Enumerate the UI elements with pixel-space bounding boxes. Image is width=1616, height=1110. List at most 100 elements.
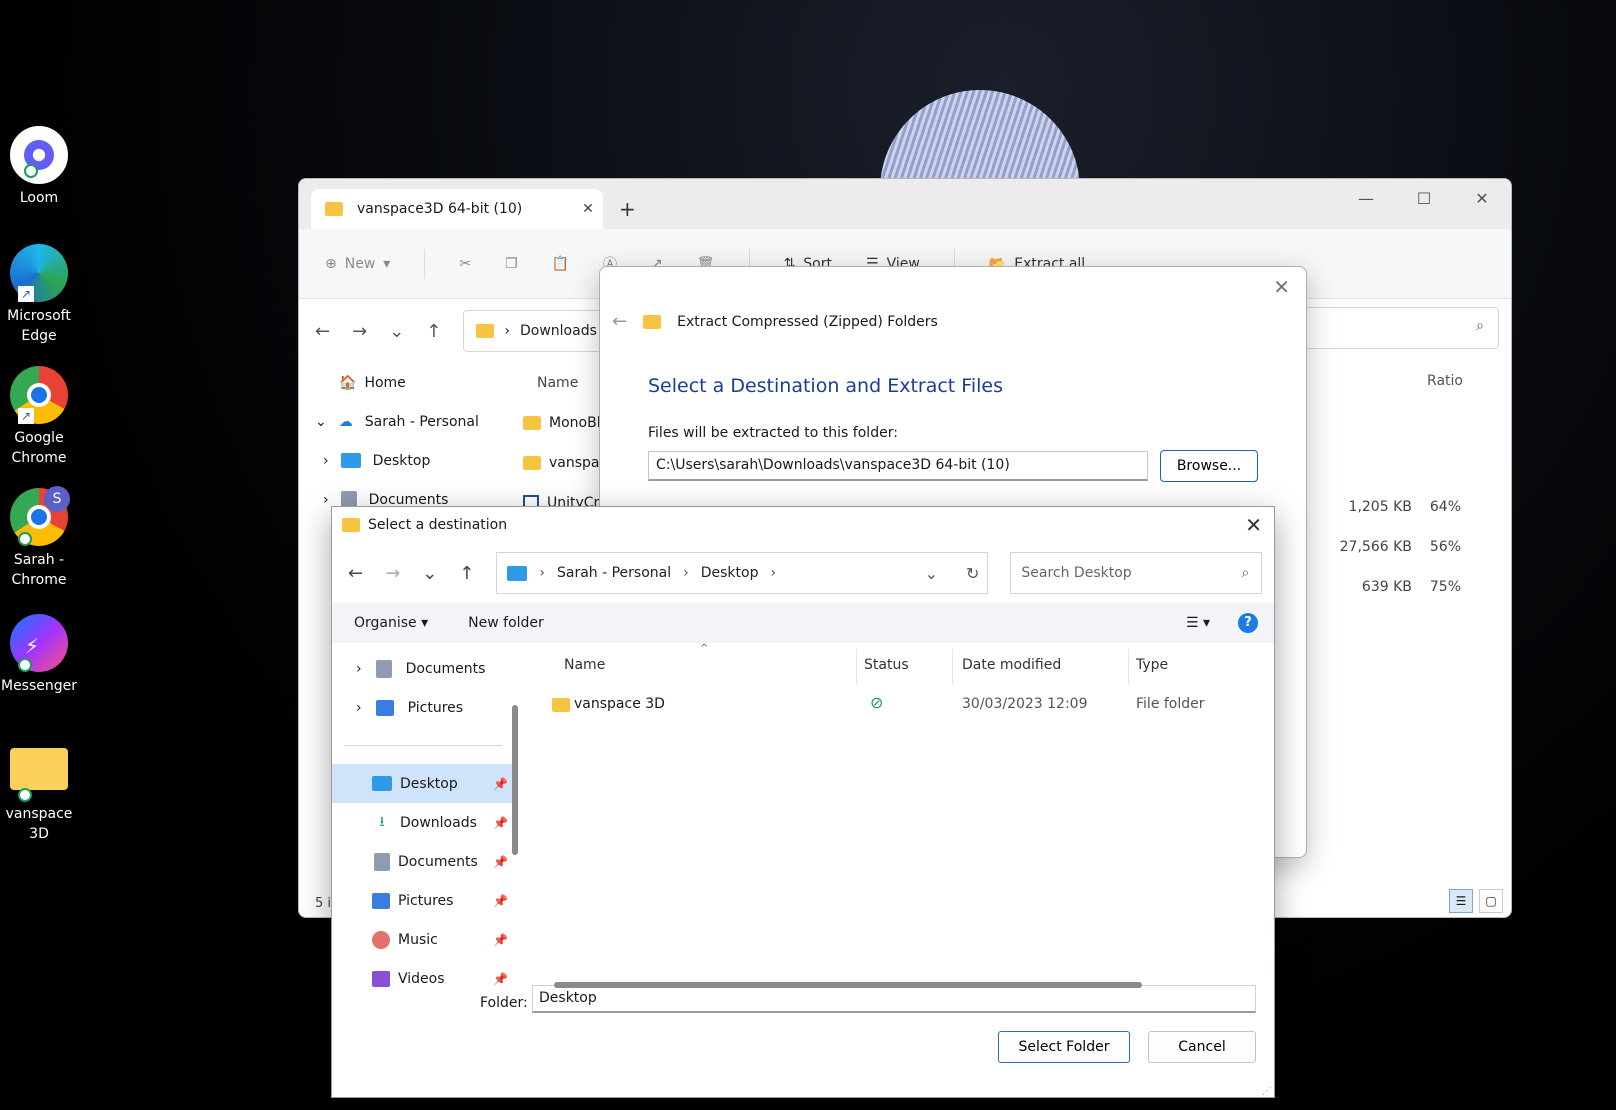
pin-icon[interactable]: 📌: [493, 855, 508, 869]
chevron-right-icon: ›: [323, 491, 329, 508]
pin-icon[interactable]: 📌: [493, 777, 508, 791]
select-folder-button[interactable]: Select Folder: [998, 1031, 1130, 1063]
recent-chevron-icon[interactable]: ⌄: [389, 321, 404, 342]
chevron-down-icon: ▾: [421, 615, 429, 631]
minimize-icon[interactable]: —: [1337, 179, 1395, 219]
desktop-icon: [372, 776, 392, 791]
breadcrumb-sarah-personal[interactable]: Sarah - Personal: [557, 565, 671, 581]
column-header-name[interactable]: Name: [564, 657, 605, 673]
desktop-icon-edge[interactable]: ↗ Microsoft Edge: [0, 244, 78, 346]
nav-item-desktop[interactable]: Desktop 📌: [332, 764, 512, 803]
nav-item-home[interactable]: 🏠 Home: [299, 363, 479, 402]
folder-icon: [523, 456, 541, 470]
refresh-icon[interactable]: ↻: [966, 564, 979, 583]
help-icon[interactable]: ?: [1238, 613, 1258, 633]
new-button[interactable]: ⊕ New ▾: [325, 256, 390, 272]
column-header-status[interactable]: Status: [864, 657, 909, 673]
folder-name: vanspace 3D: [574, 696, 665, 712]
close-icon[interactable]: ✕: [1453, 179, 1511, 219]
cancel-button[interactable]: Cancel: [1148, 1031, 1256, 1063]
cut-icon[interactable]: ✂: [459, 256, 471, 272]
nav-item-music[interactable]: Music 📌: [332, 920, 512, 959]
command-bar-right: ☰ ▾ ?: [1186, 613, 1258, 633]
forward-icon[interactable]: →: [385, 563, 400, 584]
table-row[interactable]: vanspace 3D ⊘ 30/03/2023 12:09 File fold…: [524, 685, 1274, 725]
videos-icon: [372, 970, 390, 987]
details-view-icon[interactable]: ☰: [1449, 889, 1473, 913]
browse-button[interactable]: Browse...: [1160, 450, 1258, 482]
file-ratio: 56%: [1429, 539, 1461, 555]
shortcut-arrow-icon: ↗: [18, 286, 34, 302]
file-size: 27,566 KB: [1339, 539, 1412, 555]
search-icon: ⌕: [1476, 318, 1484, 334]
nav-item-documents-quick[interactable]: Documents 📌: [332, 842, 512, 881]
dialog-title-bar: Select a destination ✕: [332, 507, 1274, 543]
nav-item-onedrive[interactable]: ⌄ ☁ Sarah - Personal: [299, 402, 479, 441]
resize-grip-icon[interactable]: ⋰: [1262, 1086, 1272, 1097]
breadcrumb-desktop[interactable]: Desktop: [701, 565, 759, 581]
recent-chevron-icon[interactable]: ⌄: [422, 563, 437, 584]
up-icon[interactable]: ↑: [426, 321, 441, 342]
new-folder-button[interactable]: New folder: [468, 615, 544, 631]
pin-icon[interactable]: 📌: [493, 933, 508, 947]
pin-icon[interactable]: 📌: [493, 816, 508, 830]
copy-icon[interactable]: ❐: [505, 256, 518, 272]
back-icon[interactable]: ←: [348, 563, 363, 584]
new-label: New: [344, 255, 376, 272]
pin-icon[interactable]: 📌: [493, 894, 508, 908]
wizard-title: Extract Compressed (Zipped) Folders: [677, 313, 938, 330]
destination-path-input[interactable]: C:\Users\sarah\Downloads\vanspace3D 64-b…: [648, 451, 1148, 481]
file-row-details: 1,205 KB 64%: [1349, 499, 1461, 515]
forward-icon[interactable]: →: [352, 321, 367, 342]
desktop-icon-vanspace-folder[interactable]: vanspace 3D: [0, 740, 78, 844]
column-header-date-modified[interactable]: Date modified: [962, 657, 1061, 673]
up-icon[interactable]: ↑: [459, 563, 474, 584]
column-header-type[interactable]: Type: [1136, 657, 1168, 673]
search-input[interactable]: Search Desktop ⌕: [1010, 552, 1263, 594]
column-divider[interactable]: [856, 649, 857, 685]
close-icon[interactable]: ✕: [1273, 275, 1290, 299]
tab-vanspace[interactable]: vanspace3D 64-bit (10) ✕: [311, 189, 603, 229]
status-bar-count: 5 i: [315, 896, 332, 911]
nav-scrollbar[interactable]: [512, 705, 518, 855]
nav-item-videos[interactable]: Videos 📌: [332, 959, 512, 993]
breadcrumb-downloads[interactable]: Downloads: [520, 323, 597, 339]
search-box[interactable]: ⌕: [1301, 307, 1499, 349]
close-icon[interactable]: ✕: [1245, 513, 1262, 537]
organise-button[interactable]: Organise ▾: [354, 615, 428, 631]
nav-item-documents[interactable]: › Documents: [332, 649, 512, 688]
back-icon[interactable]: ←: [315, 321, 330, 342]
desktop-icon-chrome[interactable]: ↗ Google Chrome: [0, 366, 78, 468]
desktop-icon-messenger[interactable]: ⚡ Messenger: [0, 614, 78, 696]
nav-item-pictures-quick[interactable]: Pictures 📌: [332, 881, 512, 920]
desktop-icon: [507, 565, 528, 581]
sort-ascending-icon: ^: [700, 643, 709, 654]
address-dropdown-icon[interactable]: ⌄: [925, 564, 938, 583]
tiles-view-icon[interactable]: ▢: [1479, 889, 1503, 913]
edge-icon: ↗: [10, 244, 68, 302]
address-bar[interactable]: › Sarah - Personal › Desktop › ⌄ ↻: [496, 552, 989, 594]
address-actions: ⌄ ↻: [925, 564, 980, 583]
nav-item-desktop[interactable]: › Desktop: [299, 441, 479, 480]
desktop-icon-sarah-chrome[interactable]: S Sarah - Chrome: [0, 486, 78, 590]
nav-item-pictures[interactable]: › Pictures: [332, 688, 512, 727]
view-options-button[interactable]: ☰ ▾: [1186, 615, 1210, 631]
profile-badge: S: [44, 486, 70, 512]
wizard-header: ← Extract Compressed (Zipped) Folders: [612, 311, 938, 332]
column-divider[interactable]: [952, 649, 953, 685]
nav-item-downloads[interactable]: ⭳ Downloads 📌: [332, 803, 512, 842]
column-header-ratio[interactable]: Ratio: [1427, 373, 1463, 389]
pin-icon[interactable]: 📌: [493, 972, 508, 986]
paste-icon[interactable]: 📋: [552, 256, 569, 272]
desktop-icon-loom[interactable]: Loom: [0, 126, 78, 208]
back-icon[interactable]: ←: [612, 311, 627, 332]
horizontal-scrollbar[interactable]: [554, 982, 1142, 988]
folder-input[interactable]: Desktop: [532, 985, 1256, 1013]
maximize-icon[interactable]: ☐: [1395, 179, 1453, 219]
nav-label: Home: [364, 374, 406, 391]
close-tab-icon[interactable]: ✕: [573, 201, 603, 217]
file-ratio: 64%: [1429, 499, 1461, 515]
new-tab-icon[interactable]: +: [619, 197, 636, 221]
breadcrumb-chevron-icon: ›: [539, 565, 545, 581]
column-divider[interactable]: [1128, 649, 1129, 685]
